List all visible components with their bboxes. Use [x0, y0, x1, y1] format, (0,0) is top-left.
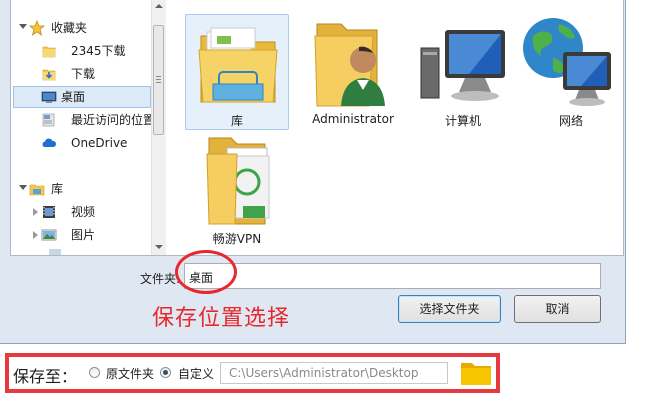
nav-label: 库 — [51, 182, 64, 196]
scroll-up-arrow-icon[interactable] — [155, 4, 163, 8]
nav-videos[interactable]: 视频 — [11, 201, 149, 223]
nav-favorites[interactable]: 收藏夹 — [11, 17, 149, 39]
star-icon — [29, 20, 45, 36]
annotation-circle — [175, 250, 237, 294]
file-item-library[interactable]: 库 — [185, 14, 289, 130]
grip-line — [156, 79, 161, 80]
nav-label: 最近访问的位置 — [71, 113, 156, 127]
save-path-value: C:\Users\Administrator\Desktop — [229, 366, 419, 380]
browse-folder-icon[interactable] — [460, 360, 492, 386]
scrollbar-thumb[interactable] — [153, 25, 164, 135]
scroll-down-arrow-icon[interactable] — [155, 245, 163, 249]
nav-label: 桌面 — [61, 90, 86, 104]
expand-arrow-icon[interactable] — [33, 231, 38, 239]
expand-arrow-icon[interactable] — [19, 185, 27, 190]
computer-icon — [420, 30, 505, 101]
folder-picker-dialog: 收藏夹 2345下载 下载 桌面 最近访问的位置 OneDrive 库 视频 图… — [0, 0, 626, 344]
grip-line — [156, 82, 161, 83]
nav-recent-places[interactable]: 最近访问的位置 — [11, 109, 155, 131]
folder-name-input[interactable]: 桌面 — [184, 263, 601, 289]
nav-libraries[interactable]: 库 — [11, 178, 149, 200]
file-item-label: 库 — [230, 114, 243, 128]
expand-arrow-icon[interactable] — [33, 208, 38, 216]
library-icon — [29, 184, 45, 196]
radio-original-folder-label: 原文件夹 — [106, 367, 155, 381]
grip-line — [156, 76, 161, 77]
nav-label: OneDrive — [71, 136, 128, 150]
nav-desktop[interactable]: 桌面 — [13, 86, 151, 108]
nav-label: 图片 — [71, 228, 96, 242]
file-item-administrator[interactable]: Administrator — [301, 14, 405, 130]
save-to-label: 保存至： — [13, 367, 78, 386]
vpn-folder-icon — [206, 137, 270, 225]
nav-label: 收藏夹 — [51, 21, 88, 35]
radio-custom-label: 自定义 — [178, 367, 215, 381]
navigation-tree: 收藏夹 2345下载 下载 桌面 最近访问的位置 OneDrive 库 视频 图… — [11, 0, 163, 255]
save-path-input[interactable]: C:\Users\Administrator\Desktop — [220, 362, 448, 384]
video-icon — [43, 206, 55, 218]
nav-onedrive[interactable]: OneDrive — [11, 132, 149, 154]
partial-nav-item-icon — [49, 249, 61, 255]
radio-original-folder[interactable] — [89, 367, 100, 378]
file-item-network[interactable]: 网络 — [519, 14, 623, 130]
file-item-label: 网络 — [558, 114, 583, 128]
radio-custom[interactable] — [160, 367, 171, 378]
file-item-label: 计算机 — [444, 114, 481, 128]
expand-arrow-icon[interactable] — [19, 24, 27, 29]
nav-scrollbar[interactable] — [151, 0, 166, 255]
cloud-icon — [42, 138, 57, 147]
downloads-folder-icon — [42, 69, 56, 81]
nav-downloads[interactable]: 下载 — [11, 63, 149, 85]
recent-places-icon — [42, 113, 55, 127]
file-item-label: 畅游VPN — [212, 232, 262, 246]
folder-icon — [42, 46, 56, 58]
library-folder-icon — [198, 27, 278, 103]
file-item-computer[interactable]: 计算机 — [411, 14, 515, 130]
file-item-vpn[interactable]: 畅游VPN — [185, 132, 289, 248]
nav-2345-downloads[interactable]: 2345下载 — [11, 40, 149, 62]
file-item-label: Administrator — [312, 112, 394, 126]
picture-icon — [41, 229, 57, 241]
nav-label: 下载 — [71, 67, 96, 81]
browser-panel: 收藏夹 2345下载 下载 桌面 最近访问的位置 OneDrive 库 视频 图… — [10, 0, 624, 256]
nav-pictures[interactable]: 图片 — [11, 224, 149, 246]
nav-label: 2345下载 — [71, 44, 126, 58]
user-folder-icon — [314, 23, 385, 107]
select-folder-button[interactable]: 选择文件夹 — [398, 295, 501, 323]
nav-label: 视频 — [71, 205, 96, 219]
network-globe-icon — [523, 18, 611, 106]
annotation-text: 保存位置选择 — [152, 306, 291, 331]
desktop-icon — [41, 91, 57, 103]
cancel-button[interactable]: 取消 — [514, 295, 601, 323]
